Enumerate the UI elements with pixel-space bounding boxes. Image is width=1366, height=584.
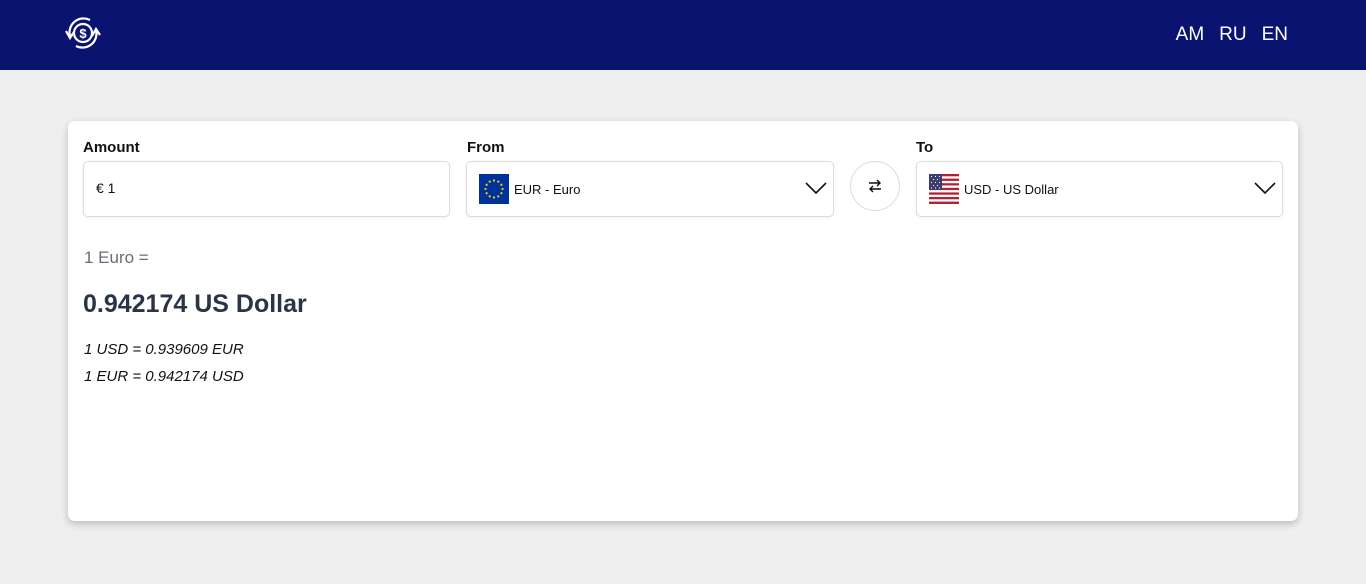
lang-en-link[interactable]: EN — [1262, 24, 1288, 46]
amount-input[interactable] — [96, 177, 426, 199]
swap-currencies-button[interactable] — [850, 161, 900, 211]
conversion-result: 0.942174 US Dollar — [83, 290, 307, 318]
conversion-prefix: 1 Euro = — [84, 248, 149, 267]
us-flag-icon — [929, 174, 959, 204]
chevron-down-icon — [805, 182, 827, 195]
svg-text:$: $ — [79, 26, 87, 41]
amount-field-box — [83, 161, 450, 217]
from-label: From — [467, 139, 505, 156]
direct-rate-line: 1 EUR = 0.942174 USD — [84, 368, 244, 385]
converter-card: Amount From EUR - Euro — [68, 121, 1298, 521]
from-currency-select[interactable]: EUR - Euro — [466, 161, 834, 217]
inverse-rate-line: 1 USD = 0.939609 EUR — [84, 341, 244, 358]
to-currency-value: USD - US Dollar — [964, 182, 1059, 197]
swap-arrows-icon — [869, 179, 881, 193]
to-label: To — [916, 139, 934, 156]
top-header: $ AM RU EN — [0, 0, 1366, 70]
lang-am-link[interactable]: AM — [1176, 24, 1205, 46]
amount-label: Amount — [83, 139, 140, 156]
lang-ru-link[interactable]: RU — [1219, 24, 1246, 46]
chevron-down-icon — [1254, 182, 1276, 195]
to-currency-select[interactable]: USD - US Dollar — [916, 161, 1283, 217]
eu-flag-icon — [479, 174, 509, 204]
language-switcher: AM RU EN — [1176, 24, 1288, 46]
currency-exchange-icon[interactable]: $ — [60, 12, 106, 54]
from-currency-value: EUR - Euro — [514, 182, 581, 197]
